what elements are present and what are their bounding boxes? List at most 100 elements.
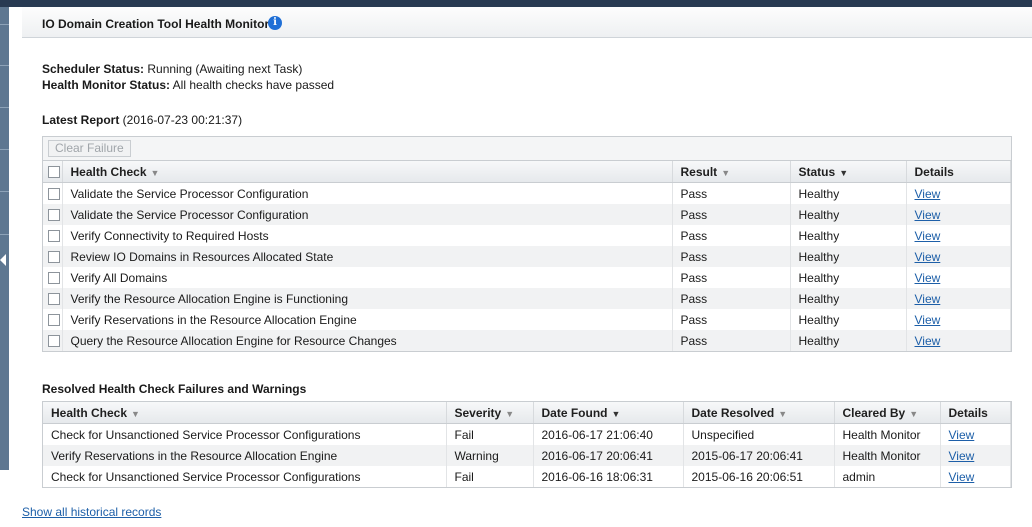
date-found-cell: 2016-06-17 20:06:41 xyxy=(533,445,684,466)
row-checkbox[interactable] xyxy=(48,188,60,201)
col-date-resolved[interactable]: Date Resolved ▼ xyxy=(683,402,835,424)
status-cell: Healthy xyxy=(790,225,907,246)
health-check-cell: Verify Reservations in the Resource Allo… xyxy=(43,445,447,466)
col-result[interactable]: Result ▼ xyxy=(672,161,791,183)
health-check-cell: Verify All Domains xyxy=(62,267,673,288)
sort-icon: ▼ xyxy=(839,167,849,178)
view-details-link[interactable]: View xyxy=(915,250,941,264)
health-check-cell: Review IO Domains in Resources Allocated… xyxy=(62,246,673,267)
row-checkbox[interactable] xyxy=(48,314,60,327)
info-icon[interactable]: i xyxy=(268,16,282,30)
date-resolved-cell: 2015-06-17 20:06:41 xyxy=(683,445,835,466)
view-details-link[interactable]: View xyxy=(915,292,941,306)
page-title: IO Domain Creation Tool Health Monitor xyxy=(42,17,270,31)
status-cell: Healthy xyxy=(790,246,907,267)
row-checkbox[interactable] xyxy=(48,272,60,285)
view-details-link[interactable]: View xyxy=(949,449,975,463)
table-row[interactable]: Verify Connectivity to Required Hosts Pas… xyxy=(43,225,1011,246)
latest-header-row: Health Check ▼ Result ▼ Status ▼ Details xyxy=(43,161,1011,183)
severity-cell: Fail xyxy=(446,466,534,487)
cleared-by-cell: Health Monitor xyxy=(834,445,941,466)
table-row[interactable]: Verify All Domains Pass Healthy View xyxy=(43,267,1011,288)
view-details-link[interactable]: View xyxy=(949,470,975,484)
result-cell: Pass xyxy=(672,246,791,267)
row-checkbox[interactable] xyxy=(48,209,60,222)
top-bar xyxy=(0,0,1032,7)
col-severity[interactable]: Severity ▼ xyxy=(446,402,534,424)
resolved-header-row: Health Check ▼ Severity ▼ Date Found ▼ Date… xyxy=(43,402,1011,424)
row-checkbox[interactable] xyxy=(48,335,60,348)
table-row[interactable]: Validate the Service Processor Configura… xyxy=(43,182,1011,204)
table-row[interactable]: Check for Unsanctioned Service Processor… xyxy=(43,466,1011,487)
view-details-link[interactable]: View xyxy=(915,208,941,222)
health-monitor-status-label: Health Monitor Status: xyxy=(42,78,170,92)
latest-report-timestamp: (2016-07-23 00:21:37) xyxy=(119,113,243,127)
health-check-cell: Validate the Service Processor Configura… xyxy=(62,204,673,225)
row-checkbox[interactable] xyxy=(48,230,60,243)
table-row[interactable]: Query the Resource Allocation Engine for… xyxy=(43,330,1011,351)
row-checkbox[interactable] xyxy=(48,293,60,306)
health-check-cell: Query the Resource Allocation Engine for… xyxy=(62,330,673,351)
status-cell: Healthy xyxy=(790,309,907,330)
clear-failure-button[interactable]: Clear Failure xyxy=(48,140,131,157)
show-all-historical-records-link[interactable]: Show all historical records xyxy=(22,505,161,519)
scheduler-status-value: Running (Awaiting next Task) xyxy=(144,62,303,76)
result-cell: Pass xyxy=(672,309,791,330)
table-row[interactable]: Verify the Resource Allocation Engine is… xyxy=(43,288,1011,309)
health-monitor-status: Health Monitor Status: All health checks… xyxy=(42,78,334,92)
date-found-cell: 2016-06-17 21:06:40 xyxy=(533,423,684,445)
date-resolved-cell: 2015-06-16 20:06:51 xyxy=(683,466,835,487)
col-cleared-by[interactable]: Cleared By ▼ xyxy=(834,402,941,424)
resolved-table: Health Check ▼ Severity ▼ Date Found ▼ Date… xyxy=(42,401,1012,488)
severity-cell: Fail xyxy=(446,423,534,445)
result-cell: Pass xyxy=(672,182,791,204)
col-date-found[interactable]: Date Found ▼ xyxy=(533,402,684,424)
col-status[interactable]: Status ▼ xyxy=(790,161,907,183)
collapse-arrow-icon[interactable] xyxy=(0,254,6,266)
health-monitor-panel: IO Domain Creation Tool Health Monitor i… xyxy=(22,7,1032,527)
view-details-link[interactable]: View xyxy=(915,334,941,348)
severity-cell: Warning xyxy=(446,445,534,466)
select-all-checkbox[interactable] xyxy=(48,166,60,179)
view-details-link[interactable]: View xyxy=(915,229,941,243)
col-details: Details xyxy=(906,161,1011,183)
col-resolved-details: Details xyxy=(940,402,1011,424)
status-cell: Healthy xyxy=(790,267,907,288)
sort-icon: ▼ xyxy=(611,408,621,419)
col-resolved-health-check[interactable]: Health Check ▼ xyxy=(43,402,447,424)
latest-report-title: Latest Report (2016-07-23 00:21:37) xyxy=(42,113,243,127)
scheduler-status: Scheduler Status: Running (Awaiting next… xyxy=(42,62,302,76)
result-cell: Pass xyxy=(672,204,791,225)
view-details-link[interactable]: View xyxy=(915,187,941,201)
panel-header: IO Domain Creation Tool Health Monitor i xyxy=(22,7,1032,38)
health-check-cell: Verify Connectivity to Required Hosts xyxy=(62,225,673,246)
status-cell: Healthy xyxy=(790,182,907,204)
cleared-by-cell: Health Monitor xyxy=(834,423,941,445)
latest-report-table: Clear Failure Health Check ▼ Result ▼ Stat… xyxy=(42,136,1012,352)
scheduler-status-label: Scheduler Status: xyxy=(42,62,145,76)
sort-icon: ▼ xyxy=(505,408,515,419)
view-details-link[interactable]: View xyxy=(915,271,941,285)
result-cell: Pass xyxy=(672,225,791,246)
view-details-link[interactable]: View xyxy=(915,313,941,327)
view-details-link[interactable]: View xyxy=(949,428,975,442)
health-check-cell: Validate the Service Processor Configura… xyxy=(62,182,673,204)
table-row[interactable]: Verify Reservations in the Resource Allo… xyxy=(43,309,1011,330)
health-check-cell: Verify the Resource Allocation Engine is… xyxy=(62,288,673,309)
health-check-cell: Check for Unsanctioned Service Processor… xyxy=(43,466,447,487)
table-row[interactable]: Check for Unsanctioned Service Processor… xyxy=(43,423,1011,445)
table-row[interactable]: Verify Reservations in the Resource Allo… xyxy=(43,445,1011,466)
left-navigation-rail xyxy=(0,7,9,527)
col-health-check[interactable]: Health Check ▼ xyxy=(62,161,673,183)
date-resolved-cell: Unspecified xyxy=(683,423,835,445)
sort-icon: ▼ xyxy=(131,408,140,419)
health-check-cell: Verify Reservations in the Resource Allo… xyxy=(62,309,673,330)
health-check-cell: Check for Unsanctioned Service Processor… xyxy=(43,423,447,445)
resolved-section-title: Resolved Health Check Failures and Warni… xyxy=(42,382,307,396)
status-cell: Healthy xyxy=(790,204,907,225)
table-row[interactable]: Review IO Domains in Resources Allocated… xyxy=(43,246,1011,267)
sort-icon: ▼ xyxy=(721,167,731,178)
cleared-by-cell: admin xyxy=(834,466,941,487)
row-checkbox[interactable] xyxy=(48,251,60,264)
table-row[interactable]: Validate the Service Processor Configura… xyxy=(43,204,1011,225)
